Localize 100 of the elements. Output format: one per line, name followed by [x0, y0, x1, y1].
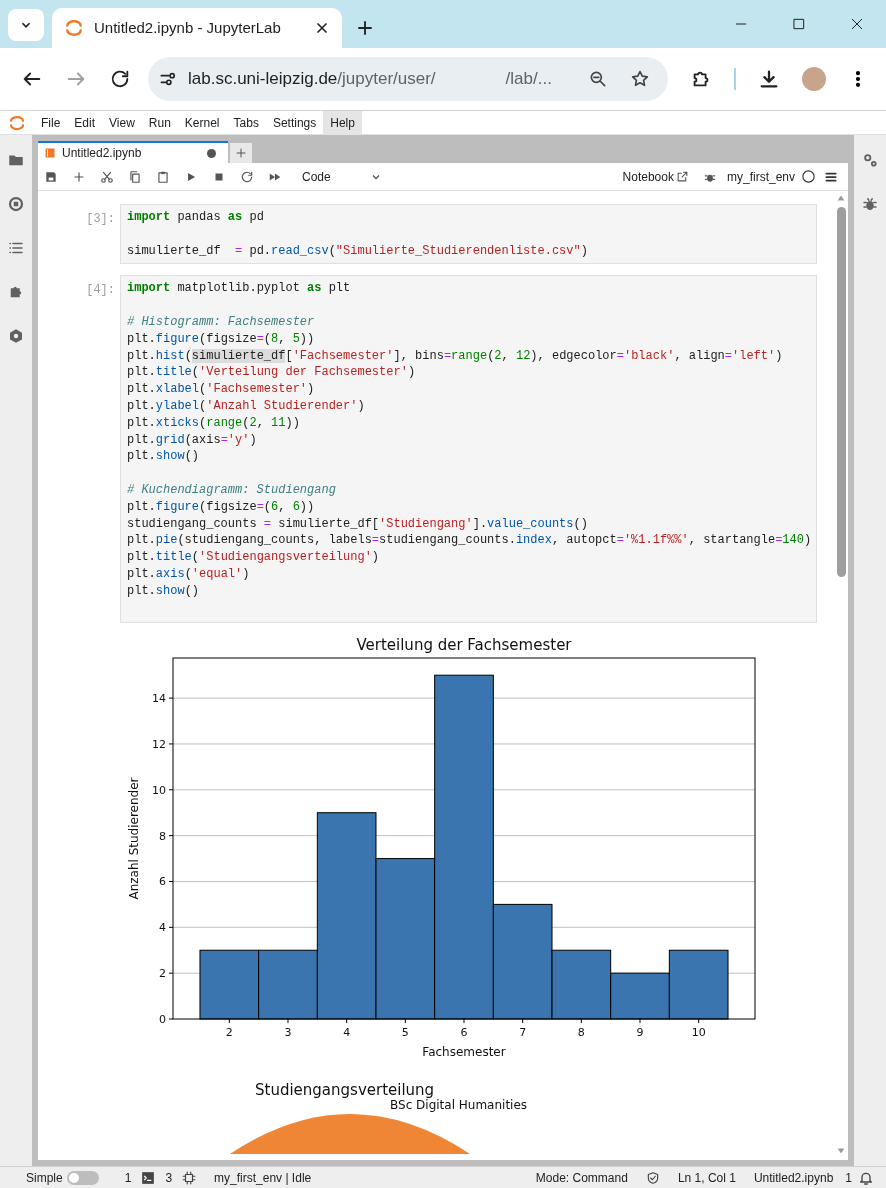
x-tick-label: 7: [519, 1025, 527, 1039]
x-tick-label: 4: [343, 1025, 351, 1039]
y-tick: 10: [152, 783, 174, 797]
cell-prompt: [3]:: [85, 211, 116, 228]
slice-label: BSc Digital Humanities: [390, 1097, 528, 1114]
notebook-icon: [44, 147, 56, 159]
y-tick-label: 14: [152, 691, 166, 705]
download-icon[interactable]: [758, 68, 780, 90]
menu-item[interactable]: Tabs: [226, 110, 266, 135]
add-icon[interactable]: [72, 169, 86, 184]
x-tick: 2: [225, 1018, 233, 1039]
command-mode: Mode: Command: [535, 1169, 628, 1187]
url-path: /jupyter/user/: [337, 68, 436, 91]
code-line: plt.show(): [127, 448, 201, 466]
external-link-icon: [675, 170, 689, 183]
paste-icon[interactable]: [156, 169, 170, 184]
code-line: plt.grid(axis='y'): [127, 431, 258, 449]
new-tab-icon[interactable]: [356, 19, 374, 37]
code-cell[interactable]: import pandas as pd simulierte_df = pd.read_csv("Simulierte_Studierendenliste.csv"): [120, 204, 817, 265]
code-line: plt.figure(figsize=(8, 5)): [127, 330, 316, 348]
shield-icon[interactable]: [645, 1170, 660, 1185]
save-icon[interactable]: [44, 169, 58, 184]
terminal-icon[interactable]: [141, 1170, 156, 1185]
simple-mode-toggle[interactable]: [66, 1170, 99, 1185]
y-tick-label: 0: [159, 1012, 166, 1026]
code-line: plt.title('Verteilung der Fachsemester'): [127, 364, 417, 382]
menu-item[interactable]: Kernel: [177, 110, 227, 135]
code-line: plt.title('Studiengangsverteilung'): [127, 549, 381, 566]
scroll-down-icon[interactable]: [835, 1146, 847, 1156]
y-tick-label: 12: [152, 737, 166, 751]
tab-title: Untitled2.ipynb - JupyterLab: [94, 17, 282, 38]
bug-icon[interactable]: [861, 195, 879, 213]
menu-item[interactable]: File: [34, 110, 68, 135]
code-line: simulierte_df = pd.read_csv("Simulierte_Studierendenliste.csv"): [127, 242, 589, 260]
menu-item[interactable]: Settings: [265, 110, 324, 135]
copy-icon[interactable]: [128, 169, 142, 184]
x-tick-label: 10: [691, 1025, 706, 1039]
y-tick: 12: [152, 737, 174, 751]
y-tick-label: 4: [159, 920, 166, 934]
hexagon-icon[interactable]: [7, 327, 25, 345]
x-tick-label: 8: [577, 1025, 585, 1039]
zoom-icon[interactable]: [588, 69, 608, 89]
cell-prompt: [4]:: [85, 282, 116, 300]
code-line: plt.xticks(range(2, 11)): [127, 414, 301, 432]
notebook-link[interactable]: Notebook: [622, 167, 689, 186]
x-tick: 6: [460, 1018, 468, 1039]
reload-icon[interactable]: [109, 68, 131, 90]
x-tick: 3: [284, 1018, 292, 1039]
browser-tab[interactable]: Untitled2.ipynb - JupyterLab: [52, 8, 342, 48]
code-line: plt.xlabel('Fachsemester'): [127, 381, 316, 398]
kernel-idle-icon: [801, 169, 816, 184]
x-tick-label: 2: [225, 1025, 233, 1039]
code-line: plt.show(): [127, 582, 201, 600]
star-icon[interactable]: [630, 69, 650, 89]
menu-item[interactable]: View: [102, 110, 142, 135]
address-bar[interactable]: lab.sc.uni-leipzig.de/jupyter/user/ /lab/...: [148, 57, 668, 101]
notebook-tab[interactable]: Untitled2.ipynb: [38, 141, 228, 163]
y-tick-label: 6: [159, 875, 166, 889]
y-tick: 6: [159, 875, 174, 888]
notification-count: 1: [845, 1169, 852, 1187]
terminal-count: 1: [124, 1169, 132, 1187]
maximize-icon[interactable]: [791, 16, 807, 32]
kernel-count: 3: [165, 1169, 173, 1187]
restart-icon[interactable]: [240, 169, 254, 184]
code-line: plt.axis('equal'): [127, 565, 251, 583]
code-cell[interactable]: [120, 275, 817, 623]
x-tick: 4: [343, 1018, 351, 1039]
menu-item[interactable]: Edit: [67, 110, 103, 135]
stop-circle-icon[interactable]: [7, 195, 25, 213]
x-tick: 5: [401, 1018, 409, 1039]
x-tick: 10: [691, 1018, 706, 1039]
chart-title: Studiengangsverteilung: [255, 1079, 435, 1099]
y-tick: 2: [159, 966, 174, 980]
kernel-name-button[interactable]: my_first_env: [726, 167, 795, 186]
chip-icon[interactable]: [182, 1170, 197, 1185]
kernel-status[interactable]: my_first_env | Idle: [214, 1168, 312, 1187]
file-name: Untitled2.ipynb: [753, 1169, 834, 1187]
menu-item[interactable]: Run: [141, 110, 178, 135]
close-icon[interactable]: [849, 16, 865, 32]
chart-title: Verteilung der Fachsemester: [356, 635, 572, 654]
scissors-icon[interactable]: [100, 169, 114, 184]
gears-icon[interactable]: [861, 151, 879, 169]
jupyter-logo-icon: [64, 18, 84, 38]
x-axis-label: Fachsemester: [422, 1044, 506, 1059]
code-line: plt.ylabel('Anzahl Studierender'): [127, 397, 366, 415]
menu-item[interactable]: Help: [323, 110, 362, 135]
code-line: studiengang_counts = simulierte_df['Studiengang'].value_counts(): [127, 515, 589, 533]
y-tick: 4: [159, 920, 174, 934]
y-tick-label: 8: [159, 829, 166, 843]
y-tick-label: 2: [159, 966, 166, 980]
url-path: /lab/...: [505, 68, 552, 91]
mode-label: Simple: [26, 1169, 63, 1187]
code-line: plt.figure(figsize=(6, 6)): [127, 498, 316, 516]
code-line: import matplotlib.pyplot as plt: [127, 280, 352, 298]
close-icon[interactable]: [314, 20, 330, 36]
cell-type-dropdown[interactable]: Code: [302, 166, 382, 187]
jupyter-logo-icon: [8, 113, 26, 132]
y-tick: 0: [159, 1012, 174, 1026]
scrollbar-thumb[interactable]: [836, 207, 846, 577]
scroll-up-icon[interactable]: [835, 193, 847, 203]
